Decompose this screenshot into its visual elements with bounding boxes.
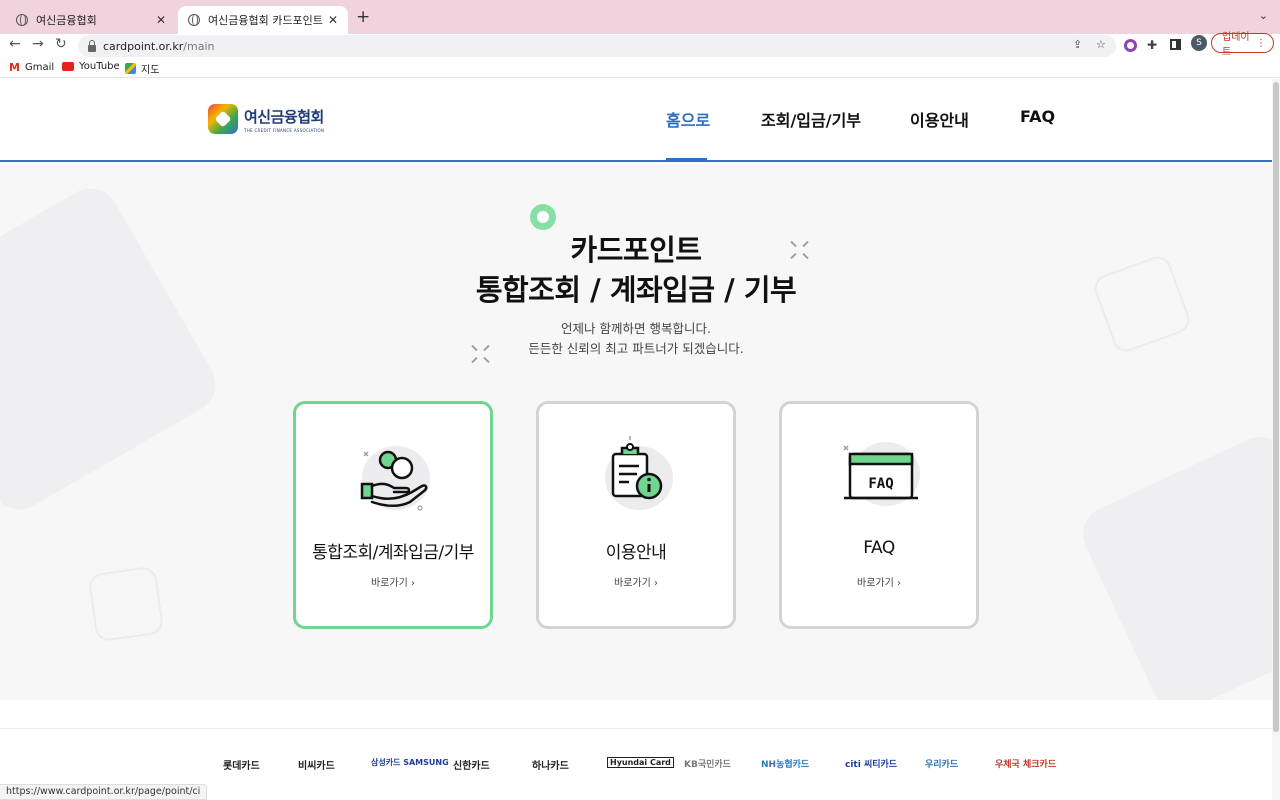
- partner-samsung-card[interactable]: 삼성카드 SAMSUNG: [371, 757, 449, 768]
- extensions-puzzle-icon[interactable]: ✚: [1147, 38, 1157, 52]
- link-status-bar: https://www.cardpoint.or.kr/page/point/c…: [0, 784, 208, 800]
- maps-icon: [125, 63, 136, 74]
- clipboard-info-icon: [597, 434, 681, 518]
- partner-shinhan-card[interactable]: 신한카드: [453, 757, 490, 772]
- browser-tab[interactable]: 여신금융협회 ✕: [6, 6, 176, 34]
- card-link-label: 바로가기: [857, 578, 894, 589]
- browser-tab-active[interactable]: 여신금융협회 카드포인트 통합조회 / ✕: [178, 6, 348, 34]
- partner-citi-card[interactable]: citi 씨티카드: [845, 757, 897, 770]
- decorative-dot-icon: [530, 204, 556, 230]
- card-faq[interactable]: FAQ FAQ 바로가기 ›: [779, 401, 979, 629]
- card-go-link[interactable]: 바로가기 ›: [539, 574, 733, 589]
- background-shape: [1073, 427, 1272, 700]
- faq-icon-text: FAQ: [868, 476, 893, 492]
- bookmark-label: Gmail: [24, 62, 55, 73]
- nav-usage-guide[interactable]: 이용안내: [910, 107, 969, 131]
- lock-icon: [88, 39, 96, 52]
- close-tab-icon[interactable]: ✕: [328, 13, 338, 27]
- partner-woori-card[interactable]: 우리카드: [925, 757, 958, 770]
- hero-title: 카드포인트 통합조회 / 계좌입금 / 기부: [0, 230, 1272, 310]
- browser-tab-bar: 여신금융협회 ✕ 여신금융협회 카드포인트 통합조회 / ✕ + ⌄: [0, 0, 1280, 34]
- site-logo[interactable]: 여신금융협회 THE CREDIT FINANCE ASSOCIATION: [208, 104, 324, 134]
- logo-english: THE CREDIT FINANCE ASSOCIATION: [244, 127, 325, 133]
- card-go-link[interactable]: 바로가기 ›: [782, 574, 976, 589]
- logo-text: 여신금융협회 THE CREDIT FINANCE ASSOCIATION: [244, 106, 324, 133]
- nav-home[interactable]: 홈으로: [666, 107, 710, 131]
- update-label: 업데이트: [1222, 32, 1250, 58]
- scrollbar-thumb[interactable]: [1273, 82, 1279, 732]
- tab-title: 여신금융협회 카드포인트 통합조회 /: [208, 14, 324, 27]
- card-link-label: 바로가기: [614, 578, 651, 589]
- bookmark-youtube[interactable]: YouTube: [62, 61, 120, 72]
- chevron-right-icon: ›: [654, 578, 658, 589]
- bookmark-label: YouTube: [79, 61, 120, 72]
- card-title: 이용안내: [605, 543, 667, 563]
- chevron-right-icon: ›: [411, 578, 415, 589]
- logo-korean: 여신금융협회: [244, 107, 324, 126]
- chevron-right-icon: ›: [897, 578, 901, 589]
- card-go-link[interactable]: 바로가기 ›: [296, 574, 490, 589]
- tab-search-chevron-icon[interactable]: ⌄: [1259, 9, 1268, 22]
- nav-faq[interactable]: FAQ: [1020, 107, 1055, 126]
- hero-section: 카드포인트 통합조회 / 계좌입금 / 기부 언제나 함께하면 행복합니다. 든…: [0, 164, 1272, 700]
- back-arrow-icon[interactable]: ←: [9, 36, 21, 52]
- bookmark-maps[interactable]: 지도: [125, 61, 159, 76]
- nav-inquiry-deposit-donation[interactable]: 조회/입금/기부: [761, 107, 861, 131]
- globe-icon: [188, 14, 200, 26]
- url-host: cardpoint.or.kr: [103, 39, 184, 53]
- bookmark-gmail[interactable]: M Gmail: [9, 61, 54, 74]
- hero-title-line1: 카드포인트: [570, 233, 702, 267]
- hero-subtitle-line2: 든든한 신뢰의 최고 파트너가 되겠습니다.: [528, 341, 744, 356]
- hero-title-line2: 통합조회 / 계좌입금 / 기부: [475, 273, 797, 307]
- card-usage-guide[interactable]: 이용안내 바로가기 ›: [536, 401, 736, 629]
- logo-mark-icon: [208, 104, 238, 134]
- tab-title: 여신금융협회: [36, 14, 97, 27]
- hero-subtitle: 언제나 함께하면 행복합니다. 든든한 신뢰의 최고 파트너가 되겠습니다.: [0, 319, 1272, 359]
- close-tab-icon[interactable]: ✕: [156, 13, 166, 27]
- partner-kb-card[interactable]: KB국민카드: [684, 757, 731, 770]
- address-bar[interactable]: cardpoint.or.kr/main: [78, 35, 1116, 57]
- card-inquiry-deposit-donation[interactable]: 통합조회/계좌입금/기부 바로가기 ›: [293, 401, 493, 629]
- more-vertical-icon: ⋮: [1256, 37, 1266, 49]
- card-title: FAQ: [863, 538, 895, 558]
- faq-window-icon: FAQ: [840, 434, 924, 518]
- profile-avatar[interactable]: S: [1191, 35, 1207, 51]
- globe-icon: [16, 14, 28, 26]
- extension-color-icon[interactable]: [1124, 39, 1137, 52]
- hero-subtitle-line1: 언제나 함께하면 행복합니다.: [561, 321, 711, 336]
- partner-hana-card[interactable]: 하나카드: [532, 757, 569, 772]
- new-tab-button[interactable]: +: [356, 7, 370, 27]
- nav-active-indicator: [666, 158, 707, 161]
- side-panel-icon[interactable]: [1170, 39, 1181, 50]
- partner-nh-card[interactable]: NH농협카드: [761, 757, 809, 770]
- background-shape: [87, 565, 165, 643]
- youtube-icon: [62, 62, 74, 71]
- bookmark-label: 지도: [141, 65, 160, 76]
- bookmarks-bar: M Gmail YouTube 지도: [0, 58, 1280, 78]
- browser-toolbar: ← → ↻ cardpoint.or.kr/main ⇪ ☆ ✚: [0, 34, 1280, 58]
- bookmark-star-icon[interactable]: ☆: [1096, 38, 1106, 51]
- hand-coin-icon: [354, 434, 438, 518]
- forward-arrow-icon[interactable]: →: [32, 36, 44, 52]
- card-link-label: 바로가기: [371, 578, 408, 589]
- site-header: 여신금융협회 THE CREDIT FINANCE ASSOCIATION 홈으…: [0, 79, 1272, 162]
- url-path: /main: [183, 39, 215, 53]
- gmail-icon: M: [9, 61, 20, 74]
- reload-icon[interactable]: ↻: [55, 36, 67, 52]
- partner-bc-card[interactable]: 비씨카드: [298, 757, 335, 772]
- update-button[interactable]: 업데이트 ⋮: [1211, 32, 1274, 58]
- partner-hyundai-card[interactable]: Hyundai Card: [607, 757, 674, 768]
- card-title: 통합조회/계좌입금/기부: [312, 543, 474, 563]
- partner-post-check-card[interactable]: 우체국 체크카드: [995, 757, 1056, 770]
- partner-lotte-card[interactable]: 롯데카드: [223, 757, 260, 772]
- share-icon[interactable]: ⇪: [1073, 38, 1082, 51]
